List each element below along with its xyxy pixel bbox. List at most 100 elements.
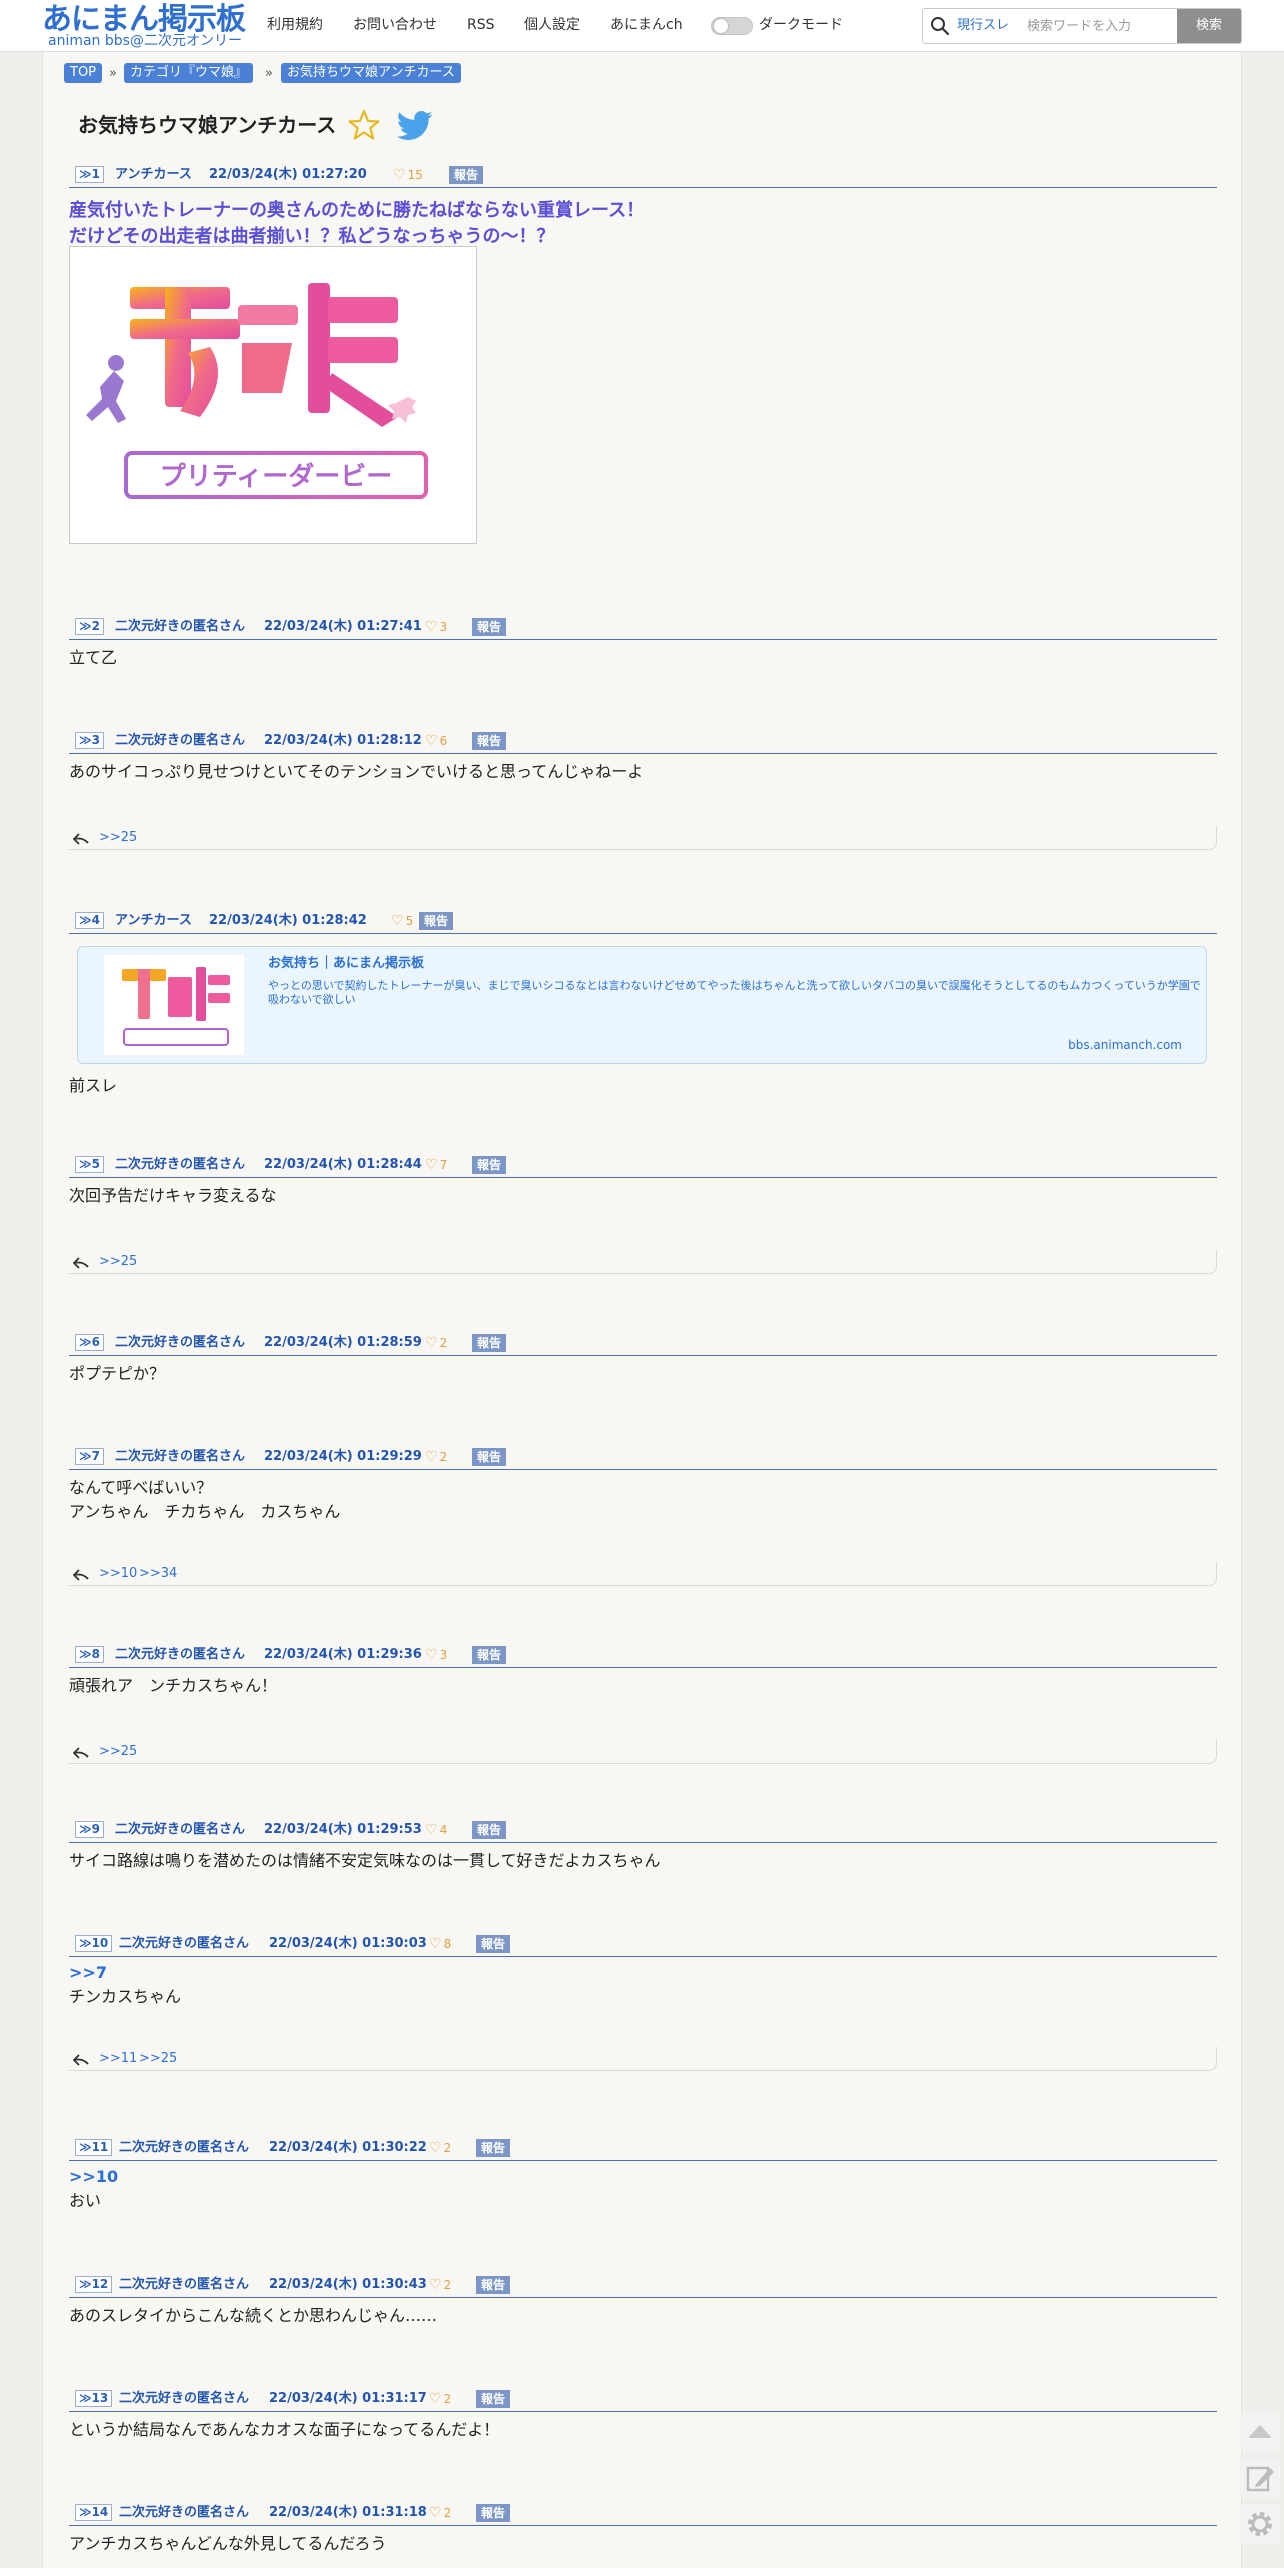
quote-link[interactable]: >>7 xyxy=(69,1961,107,1985)
search-button[interactable]: 検索 xyxy=(1177,9,1241,43)
post-number[interactable]: ≫3 xyxy=(75,732,104,749)
post-2: ≫2 二次元好きの匿名さん 22/03/24(木) 01:27:41 ♡ 3 報告… xyxy=(69,614,1217,667)
post-author: 二次元好きの匿名さん xyxy=(115,1449,246,1464)
post-number[interactable]: ≫13 xyxy=(75,2390,113,2407)
nav-rss-link[interactable]: RSS xyxy=(467,16,495,34)
post-number[interactable]: ≫4 xyxy=(75,912,104,929)
link-preview-card[interactable]: お気持ち｜あにまん掲示板 やっとの思いで契約したトレーナーが臭い、まじで臭いシコ… xyxy=(77,946,1207,1064)
heart-icon: ♡ xyxy=(425,733,438,749)
post-number[interactable]: ≫2 xyxy=(75,618,104,635)
search-input[interactable] xyxy=(1019,9,1179,43)
like-button[interactable]: ♡ 6 xyxy=(425,732,447,750)
reply-links: >>10 >>34 xyxy=(69,1562,1217,1586)
like-button[interactable]: ♡ 15 xyxy=(393,166,423,184)
post-header: ≫1 アンチカース 22/03/24(木) 01:27:20 ♡ 15 報告 xyxy=(69,162,1217,188)
report-button[interactable]: 報告 xyxy=(476,2390,511,2408)
link-card-description: やっとの思いで契約したトレーナーが臭い、まじで臭いシコるなとは言わないけどせめて… xyxy=(268,979,1201,1006)
reply-link[interactable]: >>25 xyxy=(99,830,137,846)
like-button[interactable]: ♡ 3 xyxy=(425,618,447,636)
reply-link[interactable]: >>25 xyxy=(99,1744,137,1760)
like-button[interactable]: ♡ 3 xyxy=(425,1646,447,1664)
post-number[interactable]: ≫8 xyxy=(75,1646,104,1663)
scroll-top-icon[interactable] xyxy=(1240,2412,1280,2452)
reply-link[interactable]: >>25 xyxy=(99,1254,137,1270)
post-8: ≫8 二次元好きの匿名さん 22/03/24(木) 01:29:36 ♡ 3 報告… xyxy=(69,1642,1217,1764)
breadcrumb-top[interactable]: TOP xyxy=(64,63,103,83)
post-number[interactable]: ≫10 xyxy=(75,1935,113,1952)
post-author: 二次元好きの匿名さん xyxy=(119,2277,250,2292)
write-post-icon[interactable] xyxy=(1240,2458,1280,2498)
reply-link[interactable]: >>34 xyxy=(139,1566,177,1582)
post-number[interactable]: ≫5 xyxy=(75,1156,104,1173)
post-header: ≫3 二次元好きの匿名さん 22/03/24(木) 01:28:12 ♡ 6 報告 xyxy=(69,728,1217,754)
breadcrumb-thread[interactable]: お気持ちウマ娘アンチカース xyxy=(281,63,461,83)
like-count: 6 xyxy=(439,734,448,748)
report-button[interactable]: 報告 xyxy=(472,618,507,636)
like-button[interactable]: ♡ 4 xyxy=(425,1821,447,1839)
post-image[interactable]: プリティーダービー xyxy=(69,246,477,544)
post-number[interactable]: ≫1 xyxy=(75,166,104,183)
post-number[interactable]: ≫12 xyxy=(75,2276,113,2293)
reply-link[interactable]: >>10 xyxy=(99,1566,137,1582)
post-1: ≫1 アンチカース 22/03/24(木) 01:27:20 ♡ 15 報告 産気… xyxy=(69,162,1217,544)
post-author: 二次元好きの匿名さん xyxy=(119,2391,250,2406)
post-number[interactable]: ≫7 xyxy=(75,1448,104,1465)
post-number[interactable]: ≫11 xyxy=(75,2139,113,2156)
report-button[interactable]: 報告 xyxy=(472,1821,507,1839)
report-button[interactable]: 報告 xyxy=(472,1156,507,1174)
like-button[interactable]: ♡ 5 xyxy=(391,912,413,930)
post-body-line: 産気付いたトレーナーの奥さんのために勝たねばならない重賞レース！ xyxy=(69,200,645,221)
post-number[interactable]: ≫9 xyxy=(75,1821,104,1838)
nav-terms-link[interactable]: 利用規約 xyxy=(267,16,323,34)
post-date: 22/03/24(木) 01:29:53 xyxy=(264,1822,422,1837)
post-number[interactable]: ≫6 xyxy=(75,1334,104,1351)
report-button[interactable]: 報告 xyxy=(472,1646,507,1664)
quote-link[interactable]: >>10 xyxy=(69,2165,118,2189)
report-button[interactable]: 報告 xyxy=(472,1448,507,1466)
like-button[interactable]: ♡ 2 xyxy=(429,2139,451,2157)
nav-contact-link[interactable]: お問い合わせ xyxy=(353,16,437,34)
like-button[interactable]: ♡ 7 xyxy=(425,1156,447,1174)
like-button[interactable]: ♡ 2 xyxy=(425,1448,447,1466)
report-button[interactable]: 報告 xyxy=(476,2139,511,2157)
dark-mode-toggle[interactable] xyxy=(711,17,753,35)
breadcrumb-separator: » xyxy=(265,66,273,81)
post-body-line: 頑張れア ンチカスちゃん！ xyxy=(69,1676,278,1695)
report-button[interactable]: 報告 xyxy=(476,1935,511,1953)
breadcrumb-category[interactable]: カテゴリ『ウマ娘』 xyxy=(124,63,254,83)
report-button[interactable]: 報告 xyxy=(419,912,454,930)
reply-arrow-icon xyxy=(73,1257,89,1269)
like-button[interactable]: ♡ 2 xyxy=(429,2390,451,2408)
post-number-value: 13 xyxy=(91,2391,109,2405)
like-count: 5 xyxy=(405,914,414,928)
nav-animanch-link[interactable]: あにまんch xyxy=(610,16,683,34)
post-body-line: サイコ路線は鳴りを潜めたのは情緒不安定気味なのは一貫して好きだよカスちゃん xyxy=(69,1851,661,1870)
favorite-star-icon[interactable] xyxy=(347,108,381,142)
report-button[interactable]: 報告 xyxy=(449,166,484,184)
post-4: ≫4 アンチカース 22/03/24(木) 01:28:42 ♡ 5 報告 お気持… xyxy=(69,908,1217,1095)
site-logo[interactable]: あにまん掲示板 animan bbs@二次元オンリー xyxy=(42,2,252,50)
like-button[interactable]: ♡ 8 xyxy=(429,1935,451,1953)
report-button[interactable]: 報告 xyxy=(472,732,507,750)
post-number[interactable]: ≫14 xyxy=(75,2504,113,2521)
report-button[interactable]: 報告 xyxy=(472,1334,507,1352)
post-5: ≫5 二次元好きの匿名さん 22/03/24(木) 01:28:44 ♡ 7 報告… xyxy=(69,1152,1217,1274)
post-9: ≫9 二次元好きの匿名さん 22/03/24(木) 01:29:53 ♡ 4 報告… xyxy=(69,1817,1217,1870)
post-author: アンチカース xyxy=(115,167,192,182)
report-button[interactable]: 報告 xyxy=(476,2504,511,2522)
search-scope-select[interactable]: 現行スレ xyxy=(957,18,1009,34)
post-body-line: ポプテピか？ xyxy=(69,1364,166,1383)
twitter-share-icon[interactable] xyxy=(397,110,433,142)
reply-link[interactable]: >>11 xyxy=(99,2051,137,2067)
like-button[interactable]: ♡ 2 xyxy=(425,1334,447,1352)
like-button[interactable]: ♡ 2 xyxy=(429,2276,451,2294)
breadcrumb-separator: » xyxy=(109,66,117,81)
reply-links: >>25 xyxy=(69,826,1217,850)
reply-link[interactable]: >>25 xyxy=(139,2051,177,2067)
settings-gear-icon[interactable] xyxy=(1240,2504,1280,2544)
like-button[interactable]: ♡ 2 xyxy=(429,2504,451,2522)
report-button[interactable]: 報告 xyxy=(476,2276,511,2294)
post-author: 二次元好きの匿名さん xyxy=(115,1157,246,1172)
nav-settings-link[interactable]: 個人設定 xyxy=(524,16,580,34)
post-number-value: 4 xyxy=(91,913,100,927)
